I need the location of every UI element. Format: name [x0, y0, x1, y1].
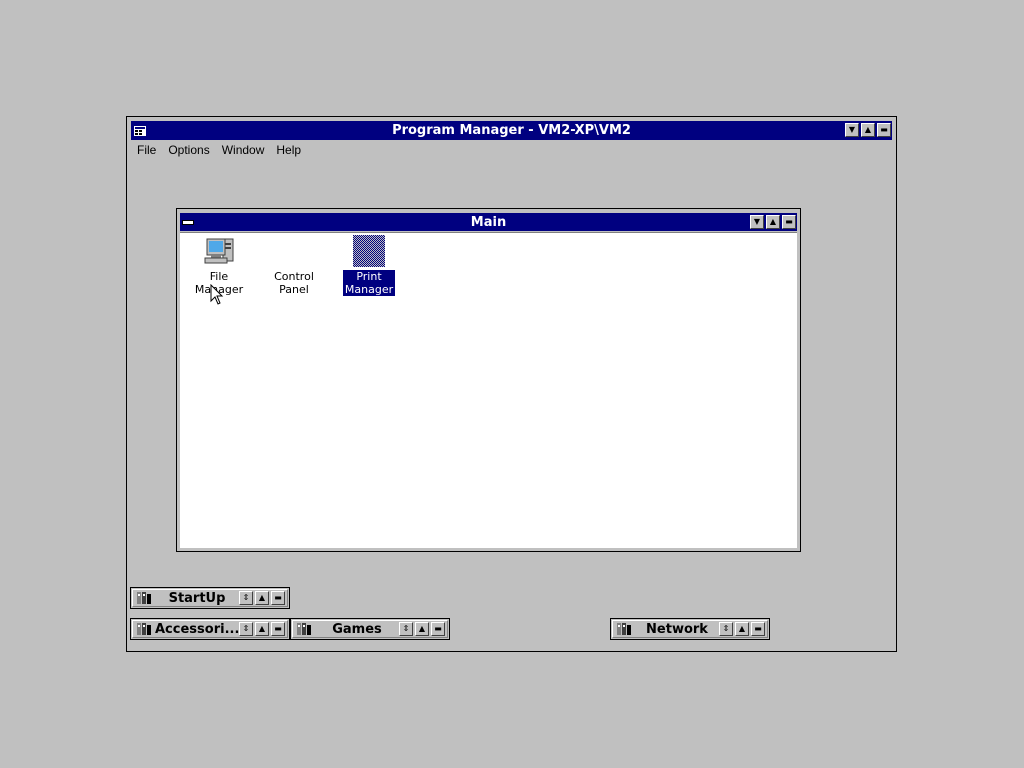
- program-group-icon: [137, 623, 151, 635]
- program-manager-titlebar[interactable]: Program Manager - VM2-XP\VM2 ▼ ▲ ▬: [131, 121, 892, 140]
- window-title: Program Manager - VM2-XP\VM2: [392, 123, 631, 138]
- startup-group-label: StartUp: [168, 590, 226, 606]
- restore-toggle-button[interactable]: ⇕: [399, 622, 413, 636]
- network-group-minimized[interactable]: Network ⇕ ▲ ▬: [610, 618, 770, 640]
- main-group-titlebar[interactable]: Main ▼ ▲ ▬: [180, 213, 797, 231]
- maximize-button[interactable]: ▲: [415, 622, 429, 636]
- system-menu-icon[interactable]: [131, 121, 149, 140]
- restore-button[interactable]: ▬: [751, 622, 765, 636]
- games-group-minimized[interactable]: Games ⇕ ▲ ▬: [290, 618, 450, 640]
- restore-toggle-button[interactable]: ⇕: [239, 591, 253, 605]
- control-panel-icon[interactable]: [278, 235, 310, 267]
- restore-toggle-button[interactable]: ⇕: [239, 622, 253, 636]
- restore-button[interactable]: ▬: [877, 123, 891, 137]
- control-panel-item[interactable]: Control Panel: [259, 235, 329, 296]
- restore-button[interactable]: ▬: [271, 591, 285, 605]
- main-maximize-button[interactable]: ▲: [766, 215, 780, 229]
- program-group-icon: [617, 623, 631, 635]
- games-group-label: Games: [332, 621, 382, 637]
- restore-button[interactable]: ▬: [431, 622, 445, 636]
- menu-file[interactable]: File: [131, 143, 162, 157]
- maximize-button[interactable]: ▲: [735, 622, 749, 636]
- maximize-button[interactable]: ▲: [255, 591, 269, 605]
- startup-group-minimized[interactable]: StartUp ⇕ ▲ ▬: [130, 587, 290, 609]
- menu-bar: File Options Window Help: [131, 141, 892, 159]
- file-manager-icon[interactable]: [203, 235, 235, 267]
- maximize-button[interactable]: ▲: [861, 123, 875, 137]
- print-manager-label: Print Manager: [341, 269, 397, 297]
- restore-button[interactable]: ▬: [271, 622, 285, 636]
- menu-help[interactable]: Help: [270, 143, 307, 157]
- main-group-window: Main ▼ ▲ ▬ File Manager Control Panel Pr…: [176, 208, 801, 552]
- file-manager-item[interactable]: File Manager: [184, 235, 254, 296]
- program-group-icon: [297, 623, 311, 635]
- accessories-group-minimized[interactable]: Accessori... ⇕ ▲ ▬: [130, 618, 290, 640]
- network-group-label: Network: [646, 621, 708, 637]
- print-manager-item[interactable]: Print Manager: [334, 235, 404, 297]
- control-panel-label: Control Panel: [274, 270, 314, 296]
- print-manager-icon[interactable]: [353, 235, 385, 267]
- main-restore-button[interactable]: ▬: [782, 215, 796, 229]
- main-minimize-button[interactable]: ▼: [750, 215, 764, 229]
- menu-options[interactable]: Options: [162, 143, 215, 157]
- maximize-button[interactable]: ▲: [255, 622, 269, 636]
- main-group-client: File Manager Control Panel Print Manager: [180, 232, 797, 548]
- menu-window[interactable]: Window: [216, 143, 271, 157]
- minimize-button[interactable]: ▼: [845, 123, 859, 137]
- accessories-group-label: Accessori...: [155, 621, 239, 637]
- file-manager-label: File Manager: [194, 270, 244, 296]
- group-system-menu-icon[interactable]: [180, 213, 196, 231]
- main-group-title: Main: [470, 214, 507, 230]
- program-group-icon: [137, 592, 151, 604]
- restore-toggle-button[interactable]: ⇕: [719, 622, 733, 636]
